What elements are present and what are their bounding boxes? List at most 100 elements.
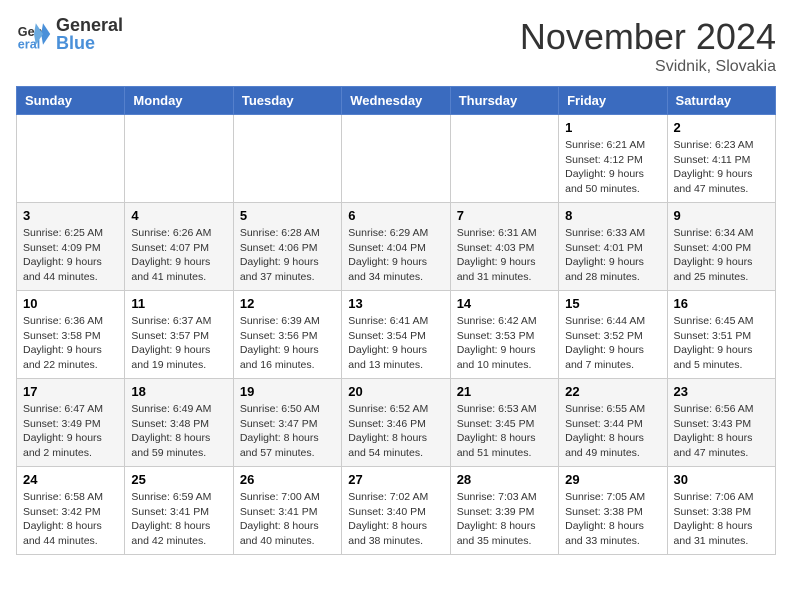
calendar-cell: 28 Sunrise: 7:03 AMSunset: 3:39 PMDayligh… [450,467,558,555]
day-number: 6 [348,208,443,223]
calendar-cell [342,115,450,203]
calendar-cell: 13Sunrise: 6:41 AMSunset: 3:54 PMDayligh… [342,291,450,379]
day-info: Sunrise: 7:02 AMSunset: 3:40 PMDaylight:… [348,490,443,549]
calendar-cell [17,115,125,203]
calendar-cell: 18 Sunrise: 6:49 AMSunset: 3:48 PMDayligh… [125,379,233,467]
day-info: Sunrise: 6:37 AMSunset: 3:57 PMDaylight:… [131,314,226,373]
day-info: Sunrise: 6:42 AMSunset: 3:53 PMDaylight:… [457,314,552,373]
calendar-cell: 2 Sunrise: 6:23 AMSunset: 4:11 PMDaylight… [667,115,775,203]
day-info: Sunrise: 6:28 AMSunset: 4:06 PMDaylight:… [240,226,335,285]
day-number: 20 [348,384,443,399]
day-number: 30 [674,472,769,487]
day-info: Sunrise: 6:52 AMSunset: 3:46 PMDaylight:… [348,402,443,461]
day-number: 5 [240,208,335,223]
calendar-cell: 27 Sunrise: 7:02 AMSunset: 3:40 PMDayligh… [342,467,450,555]
calendar-cell [450,115,558,203]
day-number: 22 [565,384,660,399]
day-number: 12 [240,296,335,311]
calendar-cell: 30 Sunrise: 7:06 AMSunset: 3:38 PMDayligh… [667,467,775,555]
day-number: 29 [565,472,660,487]
day-info: Sunrise: 6:25 AMSunset: 4:09 PMDaylight:… [23,226,118,285]
calendar-cell: 29Sunrise: 7:05 AMSunset: 3:38 PMDayligh… [559,467,667,555]
day-number: 16 [674,296,769,311]
day-info: Sunrise: 6:59 AMSunset: 3:41 PMDaylight:… [131,490,226,549]
calendar-week-4: 24Sunrise: 6:58 AMSunset: 3:42 PMDayligh… [17,467,776,555]
day-info: Sunrise: 6:55 AMSunset: 3:44 PMDaylight:… [565,402,660,461]
day-info: Sunrise: 6:39 AMSunset: 3:56 PMDaylight:… [240,314,335,373]
calendar-cell: 19 Sunrise: 6:50 AMSunset: 3:47 PMDayligh… [233,379,341,467]
calendar-cell: 15 Sunrise: 6:44 AMSunset: 3:52 PMDayligh… [559,291,667,379]
day-info: Sunrise: 7:00 AMSunset: 3:41 PMDaylight:… [240,490,335,549]
calendar-cell [125,115,233,203]
day-info: Sunrise: 6:53 AMSunset: 3:45 PMDaylight:… [457,402,552,461]
weekday-header-sunday: Sunday [17,87,125,115]
weekday-header-monday: Monday [125,87,233,115]
calendar-cell: 11Sunrise: 6:37 AMSunset: 3:57 PMDayligh… [125,291,233,379]
calendar-cell: 4Sunrise: 6:26 AMSunset: 4:07 PMDaylight… [125,203,233,291]
calendar-body: 1 Sunrise: 6:21 AMSunset: 4:12 PMDaylight… [17,115,776,555]
day-info: Sunrise: 6:49 AMSunset: 3:48 PMDaylight:… [131,402,226,461]
day-number: 28 [457,472,552,487]
day-number: 7 [457,208,552,223]
day-info: Sunrise: 6:23 AMSunset: 4:11 PMDaylight:… [674,138,769,197]
weekday-header-saturday: Saturday [667,87,775,115]
day-info: Sunrise: 6:34 AMSunset: 4:00 PMDaylight:… [674,226,769,285]
day-number: 18 [131,384,226,399]
calendar-cell: 9 Sunrise: 6:34 AMSunset: 4:00 PMDaylight… [667,203,775,291]
day-info: Sunrise: 7:06 AMSunset: 3:38 PMDaylight:… [674,490,769,549]
day-info: Sunrise: 6:44 AMSunset: 3:52 PMDaylight:… [565,314,660,373]
calendar-cell: 24Sunrise: 6:58 AMSunset: 3:42 PMDayligh… [17,467,125,555]
calendar-cell: 23 Sunrise: 6:56 AMSunset: 3:43 PMDayligh… [667,379,775,467]
weekday-header-tuesday: Tuesday [233,87,341,115]
day-info: Sunrise: 7:03 AMSunset: 3:39 PMDaylight:… [457,490,552,549]
day-number: 15 [565,296,660,311]
calendar-week-1: 3 Sunrise: 6:25 AMSunset: 4:09 PMDaylight… [17,203,776,291]
weekday-header-friday: Friday [559,87,667,115]
day-info: Sunrise: 6:31 AMSunset: 4:03 PMDaylight:… [457,226,552,285]
calendar-cell: 20 Sunrise: 6:52 AMSunset: 3:46 PMDayligh… [342,379,450,467]
day-number: 19 [240,384,335,399]
day-number: 10 [23,296,118,311]
day-number: 3 [23,208,118,223]
day-info: Sunrise: 6:47 AMSunset: 3:49 PMDaylight:… [23,402,118,461]
calendar-cell: 26 Sunrise: 7:00 AMSunset: 3:41 PMDayligh… [233,467,341,555]
day-number: 14 [457,296,552,311]
day-info: Sunrise: 6:56 AMSunset: 3:43 PMDaylight:… [674,402,769,461]
day-number: 2 [674,120,769,135]
calendar-cell: 6 Sunrise: 6:29 AMSunset: 4:04 PMDaylight… [342,203,450,291]
calendar-cell: 8Sunrise: 6:33 AMSunset: 4:01 PMDaylight… [559,203,667,291]
day-number: 27 [348,472,443,487]
calendar-table: SundayMondayTuesdayWednesdayThursdayFrid… [16,86,776,555]
title-area: November 2024 Svidnik, Slovakia [520,16,776,76]
day-number: 23 [674,384,769,399]
weekday-header-row: SundayMondayTuesdayWednesdayThursdayFrid… [17,87,776,115]
calendar-cell: 12 Sunrise: 6:39 AMSunset: 3:56 PMDayligh… [233,291,341,379]
header: Gen eral General Blue November 2024 Svid… [16,16,776,76]
day-number: 17 [23,384,118,399]
day-info: Sunrise: 6:50 AMSunset: 3:47 PMDaylight:… [240,402,335,461]
weekday-header-thursday: Thursday [450,87,558,115]
location-title: Svidnik, Slovakia [520,58,776,76]
calendar-cell: 17 Sunrise: 6:47 AMSunset: 3:49 PMDayligh… [17,379,125,467]
calendar-cell: 14 Sunrise: 6:42 AMSunset: 3:53 PMDayligh… [450,291,558,379]
logo-line2: Blue [56,34,123,52]
day-info: Sunrise: 6:26 AMSunset: 4:07 PMDaylight:… [131,226,226,285]
day-info: Sunrise: 6:36 AMSunset: 3:58 PMDaylight:… [23,314,118,373]
calendar-week-3: 17 Sunrise: 6:47 AMSunset: 3:49 PMDayligh… [17,379,776,467]
calendar-cell: 1 Sunrise: 6:21 AMSunset: 4:12 PMDaylight… [559,115,667,203]
logo-line1: General [56,16,123,34]
logo-text: General Blue [56,16,123,52]
day-info: Sunrise: 6:33 AMSunset: 4:01 PMDaylight:… [565,226,660,285]
day-number: 26 [240,472,335,487]
day-info: Sunrise: 6:29 AMSunset: 4:04 PMDaylight:… [348,226,443,285]
day-info: Sunrise: 6:45 AMSunset: 3:51 PMDaylight:… [674,314,769,373]
calendar-cell [233,115,341,203]
day-info: Sunrise: 6:21 AMSunset: 4:12 PMDaylight:… [565,138,660,197]
day-number: 1 [565,120,660,135]
calendar-cell: 3 Sunrise: 6:25 AMSunset: 4:09 PMDaylight… [17,203,125,291]
day-info: Sunrise: 6:41 AMSunset: 3:54 PMDaylight:… [348,314,443,373]
day-number: 24 [23,472,118,487]
day-number: 9 [674,208,769,223]
calendar-cell: 22 Sunrise: 6:55 AMSunset: 3:44 PMDayligh… [559,379,667,467]
calendar-cell: 7 Sunrise: 6:31 AMSunset: 4:03 PMDaylight… [450,203,558,291]
